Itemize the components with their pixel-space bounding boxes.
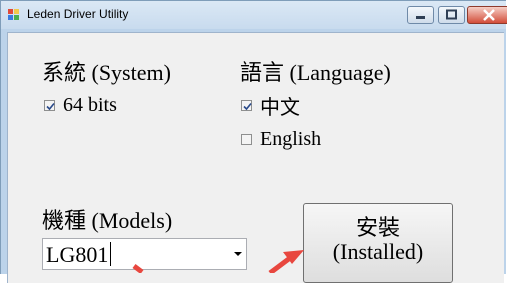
annotation-arrows <box>132 250 304 273</box>
annotation-arrow-right <box>268 250 304 273</box>
annotation-arrow-left <box>132 264 144 273</box>
